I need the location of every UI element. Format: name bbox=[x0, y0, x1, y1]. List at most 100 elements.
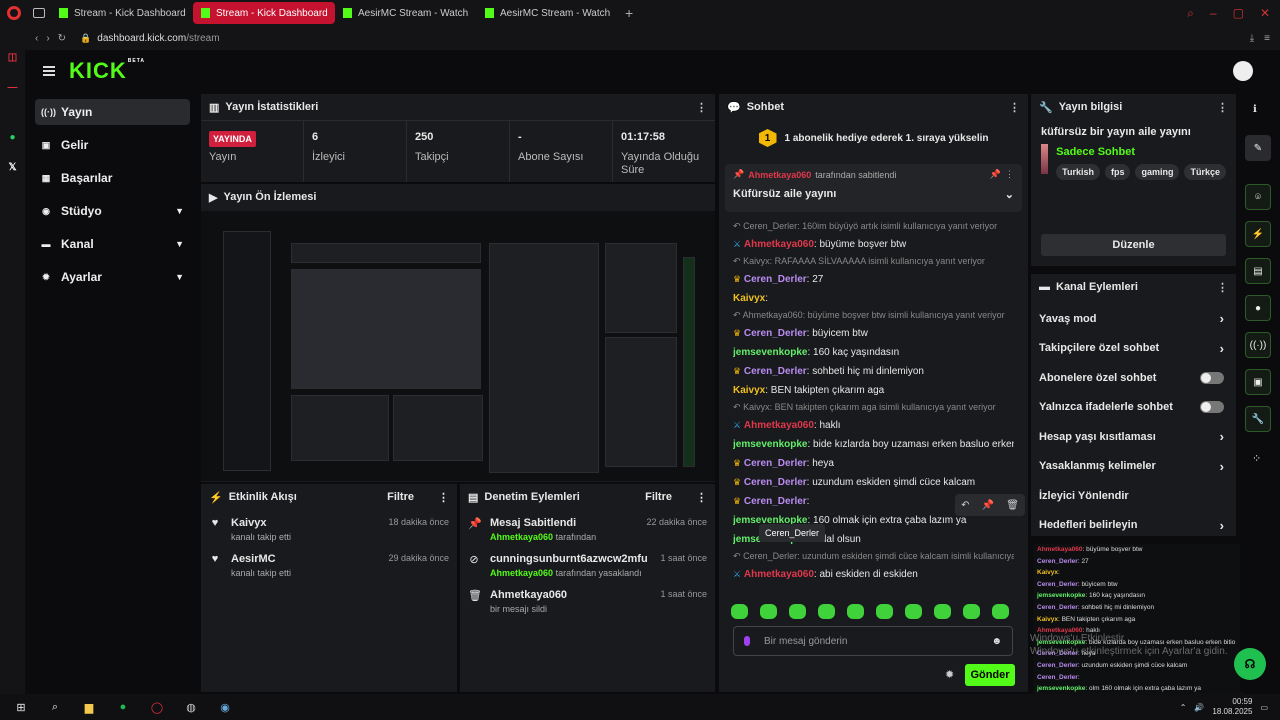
tray-chevron-icon[interactable]: ⌃ bbox=[1180, 703, 1187, 712]
obs-icon[interactable]: ◍ bbox=[182, 698, 200, 716]
workspaces-icon[interactable] bbox=[33, 8, 45, 18]
emote-icon[interactable] bbox=[934, 604, 951, 619]
chat-username[interactable]: Ceren_Derler bbox=[744, 366, 807, 377]
opera-logo-icon[interactable] bbox=[7, 6, 21, 20]
toggle-switch[interactable] bbox=[1200, 401, 1224, 414]
chat-username[interactable]: Ceren_Derler bbox=[744, 496, 807, 507]
url-host[interactable]: dashboard.kick.com bbox=[97, 33, 186, 44]
edit-button[interactable]: Düzenle bbox=[1041, 234, 1226, 256]
pin-toggle-icon[interactable]: 📌 bbox=[990, 169, 1001, 180]
channel-action-row[interactable]: Takipçilere özel sohbet › bbox=[1031, 334, 1236, 364]
layout-icon[interactable]: ▣ bbox=[1245, 369, 1271, 395]
file-explorer-icon[interactable]: ▆ bbox=[80, 698, 98, 716]
microphone-icon[interactable] bbox=[744, 636, 750, 646]
channel-action-row[interactable]: Yasaklanmış kelimeler › bbox=[1031, 452, 1236, 482]
lightning-icon[interactable]: ⚡ bbox=[1245, 221, 1271, 247]
chat-username[interactable]: Ahmetkaya060 bbox=[744, 569, 814, 580]
chevron-down-icon[interactable]: ⌄ bbox=[1005, 188, 1014, 201]
new-tab-button[interactable]: + bbox=[625, 5, 633, 21]
info-icon[interactable]: ℹ bbox=[1253, 104, 1257, 115]
more-options-icon[interactable]: ⋮ bbox=[1005, 169, 1014, 180]
steam-icon[interactable]: ◉ bbox=[216, 698, 234, 716]
channel-action-row[interactable]: İzleyici Yönlendir bbox=[1031, 481, 1236, 511]
edit-icon[interactable]: ✎ bbox=[1245, 135, 1271, 161]
nav-item-basarilar[interactable]: ▦ Başarılar bbox=[35, 165, 190, 191]
chat-input[interactable]: Bir mesaj gönderin ☻ bbox=[733, 626, 1013, 656]
chat-username[interactable]: Ceren_Derler bbox=[744, 274, 807, 285]
support-chat-button[interactable]: ☊ bbox=[1234, 648, 1266, 680]
bag-icon[interactable]: ◫ bbox=[6, 50, 20, 64]
emote-icon[interactable] bbox=[731, 604, 748, 619]
send-button[interactable]: Gönder bbox=[965, 664, 1015, 686]
emote-icon[interactable] bbox=[905, 604, 922, 619]
download-icon[interactable]: ⤓ bbox=[1250, 33, 1254, 44]
chat-username[interactable]: Kaivyx bbox=[733, 293, 765, 304]
toggle-switch[interactable] bbox=[1200, 371, 1224, 384]
chat-username[interactable]: Ceren_Derler bbox=[744, 328, 807, 339]
filter-button[interactable]: Filtre bbox=[387, 491, 414, 503]
more-options-icon[interactable]: ⋮ bbox=[1217, 281, 1228, 294]
chat-username[interactable]: jemsevenkopke bbox=[733, 347, 808, 358]
minimize-icon[interactable]: – bbox=[1210, 6, 1217, 21]
kick-logo[interactable]: KICKBETA bbox=[69, 58, 145, 84]
url-path[interactable]: /stream bbox=[186, 33, 219, 44]
emote-icon[interactable] bbox=[818, 604, 835, 619]
more-options-icon[interactable]: ⋮ bbox=[438, 491, 449, 504]
channel-action-row[interactable]: Hedefleri belirleyin › bbox=[1031, 511, 1236, 537]
chat-username[interactable]: Ahmetkaya060 bbox=[744, 420, 814, 431]
browser-tab-4[interactable]: AesirMC Stream - Watch bbox=[477, 2, 619, 24]
clipboard-icon[interactable]: ▤ bbox=[1245, 258, 1271, 284]
camera-icon[interactable]: ⌾ bbox=[1245, 184, 1271, 210]
channel-action-row[interactable]: Hesap yaşı kısıtlaması › bbox=[1031, 422, 1236, 452]
notification-icon[interactable]: ▭ bbox=[1260, 703, 1268, 712]
channel-action-row[interactable]: Yavaş mod › bbox=[1031, 304, 1236, 334]
speaker-icon[interactable]: 🔊 bbox=[1194, 703, 1204, 712]
browser-tab-3[interactable]: AesirMC Stream - Watch bbox=[335, 2, 477, 24]
wrench-icon[interactable]: 🔧 bbox=[1245, 406, 1271, 432]
back-forward-reload-icon[interactable]: ‹›↻ bbox=[35, 33, 74, 44]
close-icon[interactable]: ✕ bbox=[1260, 6, 1270, 21]
search-tabs-icon[interactable]: ⌕ bbox=[1187, 6, 1194, 21]
browser-tab-2[interactable]: Stream - Kick Dashboard bbox=[193, 2, 335, 24]
nav-item-studyo[interactable]: ◉ Stüdyo ▼ bbox=[35, 198, 190, 224]
broadcast-icon[interactable]: ((·)) bbox=[1245, 332, 1271, 358]
chat-username[interactable]: Kaivyx bbox=[733, 385, 765, 396]
chat-username[interactable]: Ahmetkaya060 bbox=[744, 239, 814, 250]
emote-icon[interactable] bbox=[876, 604, 893, 619]
menu-icon[interactable]: ≡ bbox=[1264, 33, 1270, 44]
pin-icon[interactable]: 📌 bbox=[982, 500, 994, 511]
nav-item-yayin[interactable]: ((·)) Yayın bbox=[35, 99, 190, 125]
more-options-icon[interactable]: ⋮ bbox=[1009, 101, 1020, 114]
x-twitter-icon[interactable]: 𝕏 bbox=[6, 160, 20, 174]
nav-item-gelir[interactable]: ▣ Gelir bbox=[35, 132, 190, 158]
chat-settings-gear-icon[interactable]: ✹ bbox=[945, 668, 954, 681]
reply-icon[interactable]: ↶ bbox=[961, 500, 969, 511]
spotify-icon[interactable]: ● bbox=[114, 698, 132, 716]
apps-icon[interactable]: ⁘ bbox=[1252, 452, 1261, 465]
nav-item-ayarlar[interactable]: ✹ Ayarlar ▼ bbox=[35, 264, 190, 290]
stream-preview-video[interactable] bbox=[201, 211, 715, 481]
maximize-icon[interactable]: ▢ bbox=[1233, 6, 1244, 21]
channel-action-row[interactable]: Yalnızca ifadelerle sohbet bbox=[1031, 393, 1236, 423]
delete-icon[interactable]: 🗑 bbox=[1006, 500, 1019, 511]
channel-action-row[interactable]: Abonelere özel sohbet bbox=[1031, 363, 1236, 393]
pinned-message[interactable]: 📌 Ahmetkaya060 tarafından sabitlendi 📌 ⋮ Küf… bbox=[725, 164, 1022, 212]
more-options-icon[interactable]: ⋮ bbox=[1217, 101, 1228, 114]
user-avatar[interactable] bbox=[1233, 61, 1253, 81]
emote-icon[interactable] bbox=[992, 604, 1009, 619]
opera-icon[interactable]: ◯ bbox=[148, 698, 166, 716]
chat-username[interactable]: Ceren_Derler bbox=[744, 477, 807, 488]
emote-icon[interactable] bbox=[847, 604, 864, 619]
more-options-icon[interactable]: ⋮ bbox=[696, 101, 707, 114]
taskbar-clock[interactable]: 00:59 18.08.2025 bbox=[1212, 697, 1252, 717]
chat-bubble-icon[interactable]: ● bbox=[1245, 295, 1271, 321]
emote-icon[interactable] bbox=[760, 604, 777, 619]
emoji-icon[interactable]: ☻ bbox=[991, 636, 1002, 647]
hamburger-menu-icon[interactable] bbox=[43, 66, 55, 76]
filter-button[interactable]: Filtre bbox=[645, 491, 672, 503]
emote-icon[interactable] bbox=[963, 604, 980, 619]
emote-icon[interactable] bbox=[789, 604, 806, 619]
browser-tab-1[interactable]: Stream - Kick Dashboard bbox=[51, 2, 193, 24]
gift-sub-banner[interactable]: 11 abonelik hediye ederek 1. sıraya yüks… bbox=[719, 122, 1028, 154]
whatsapp-icon[interactable]: ● bbox=[6, 130, 20, 144]
